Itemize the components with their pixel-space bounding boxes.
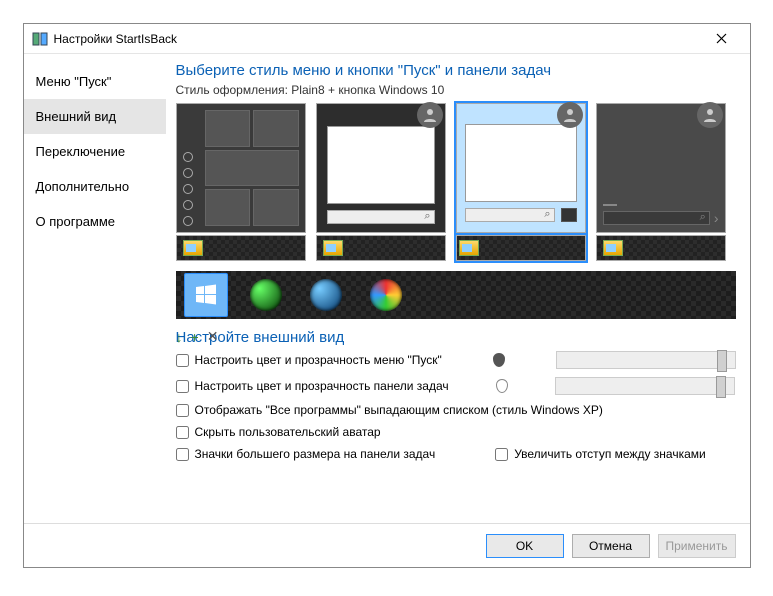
apply-button[interactable]: Применить xyxy=(658,534,736,558)
style-label: Стиль оформления: xyxy=(176,83,288,97)
style-caption: Стиль оформления: Plain8 + кнопка Window… xyxy=(176,83,736,97)
checkbox-hide-avatar[interactable] xyxy=(176,426,189,439)
start-button-clover[interactable] xyxy=(244,273,288,317)
style-preview-3 xyxy=(456,103,586,233)
style-gallery: › xyxy=(176,103,736,261)
label-increase-spacing: Увеличить отступ между значками xyxy=(514,447,706,461)
color-orb-icon xyxy=(370,279,402,311)
content-area: Выберите стиль меню и кнопки "Пуск" и па… xyxy=(166,54,750,523)
taskbar-preview-3 xyxy=(456,235,586,261)
style-thumb-4[interactable]: › xyxy=(596,103,726,261)
color-swatch-outline[interactable] xyxy=(496,379,508,393)
start-button-win7[interactable] xyxy=(304,273,348,317)
windows-icon xyxy=(194,283,218,307)
sidebar-item-switching[interactable]: Переключение xyxy=(24,134,166,169)
checkbox-color-menu[interactable] xyxy=(176,354,189,367)
taskbar-preview-1 xyxy=(176,235,306,261)
appearance-tools: ↓ + ✕ xyxy=(176,328,736,345)
opt-large-icons: Значки большего размера на панели задач xyxy=(176,447,436,461)
taskbar-preview-4 xyxy=(596,235,726,261)
sidebar: Меню "Пуск" Внешний вид Переключение Доп… xyxy=(24,54,166,523)
window-body: Меню "Пуск" Внешний вид Переключение Доп… xyxy=(24,54,750,523)
dialog-footer: OK Отмена Применить xyxy=(24,523,750,567)
label-hide-avatar: Скрыть пользовательский аватар xyxy=(195,425,381,439)
checkbox-all-programs[interactable] xyxy=(176,404,189,417)
taskbar-preview-2 xyxy=(316,235,446,261)
opt-color-menu: Настроить цвет и прозрачность меню "Пуск… xyxy=(176,351,736,369)
folder-icon xyxy=(183,240,203,256)
clover-icon xyxy=(250,279,282,311)
label-color-menu: Настроить цвет и прозрачность меню "Пуск… xyxy=(195,353,442,367)
start-button-colorful[interactable] xyxy=(364,273,408,317)
label-large-icons: Значки большего размера на панели задач xyxy=(195,447,436,461)
sidebar-item-advanced[interactable]: Дополнительно xyxy=(24,169,166,204)
titlebar: Настройки StartIsBack xyxy=(24,24,750,54)
folder-icon xyxy=(459,240,479,256)
style-thumb-2[interactable] xyxy=(316,103,446,261)
checkbox-increase-spacing[interactable] xyxy=(495,448,508,461)
close-icon xyxy=(716,33,727,44)
avatar-icon xyxy=(697,102,723,128)
folder-icon xyxy=(603,240,623,256)
opt-all-programs: Отображать "Все программы" выпадающим сп… xyxy=(176,403,736,417)
sidebar-item-start-menu[interactable]: Меню "Пуск" xyxy=(24,64,166,99)
style-preview-2 xyxy=(316,103,446,233)
folder-icon xyxy=(323,240,343,256)
window-close-button[interactable] xyxy=(702,25,742,53)
checkbox-color-taskbar[interactable] xyxy=(176,380,189,393)
chevron-right-icon: › xyxy=(714,210,719,226)
slider-menu-transparency[interactable] xyxy=(556,351,736,369)
page-heading: Выберите стиль меню и кнопки "Пуск" и па… xyxy=(176,62,736,79)
checkbox-large-icons[interactable] xyxy=(176,448,189,461)
label-color-taskbar: Настроить цвет и прозрачность панели зад… xyxy=(195,379,449,393)
win7-orb-icon xyxy=(310,279,342,311)
sidebar-item-about[interactable]: О программе xyxy=(24,204,166,239)
avatar-icon xyxy=(557,102,583,128)
style-preview-1 xyxy=(176,103,306,233)
opt-icon-row: Значки большего размера на панели задач … xyxy=(176,447,736,461)
style-thumb-3[interactable] xyxy=(456,103,586,261)
color-swatch-filled[interactable] xyxy=(493,353,505,367)
label-all-programs: Отображать "Все программы" выпадающим сп… xyxy=(195,403,603,417)
style-thumb-1[interactable] xyxy=(176,103,306,261)
app-icon xyxy=(32,31,48,47)
opt-increase-spacing: Увеличить отступ между значками xyxy=(495,447,706,461)
add-button[interactable]: + xyxy=(191,329,199,345)
style-value: Plain8 + кнопка Windows 10 xyxy=(291,83,444,97)
cancel-button[interactable]: Отмена xyxy=(572,534,650,558)
settings-window: Настройки StartIsBack Меню "Пуск" Внешни… xyxy=(23,23,751,568)
opt-hide-avatar: Скрыть пользовательский аватар xyxy=(176,425,736,439)
start-button-gallery xyxy=(176,271,736,319)
ok-button[interactable]: OK xyxy=(486,534,564,558)
sidebar-item-appearance[interactable]: Внешний вид xyxy=(24,99,166,134)
options-list: Настроить цвет и прозрачность меню "Пуск… xyxy=(176,351,736,461)
remove-button[interactable]: ✕ xyxy=(207,328,219,345)
start-button-win10[interactable] xyxy=(184,273,228,317)
avatar-icon xyxy=(417,102,443,128)
slider-taskbar-transparency[interactable] xyxy=(555,377,735,395)
download-button[interactable]: ↓ xyxy=(176,329,183,345)
opt-color-taskbar: Настроить цвет и прозрачность панели зад… xyxy=(176,377,736,395)
style-preview-4: › xyxy=(596,103,726,233)
window-title: Настройки StartIsBack xyxy=(54,32,702,46)
